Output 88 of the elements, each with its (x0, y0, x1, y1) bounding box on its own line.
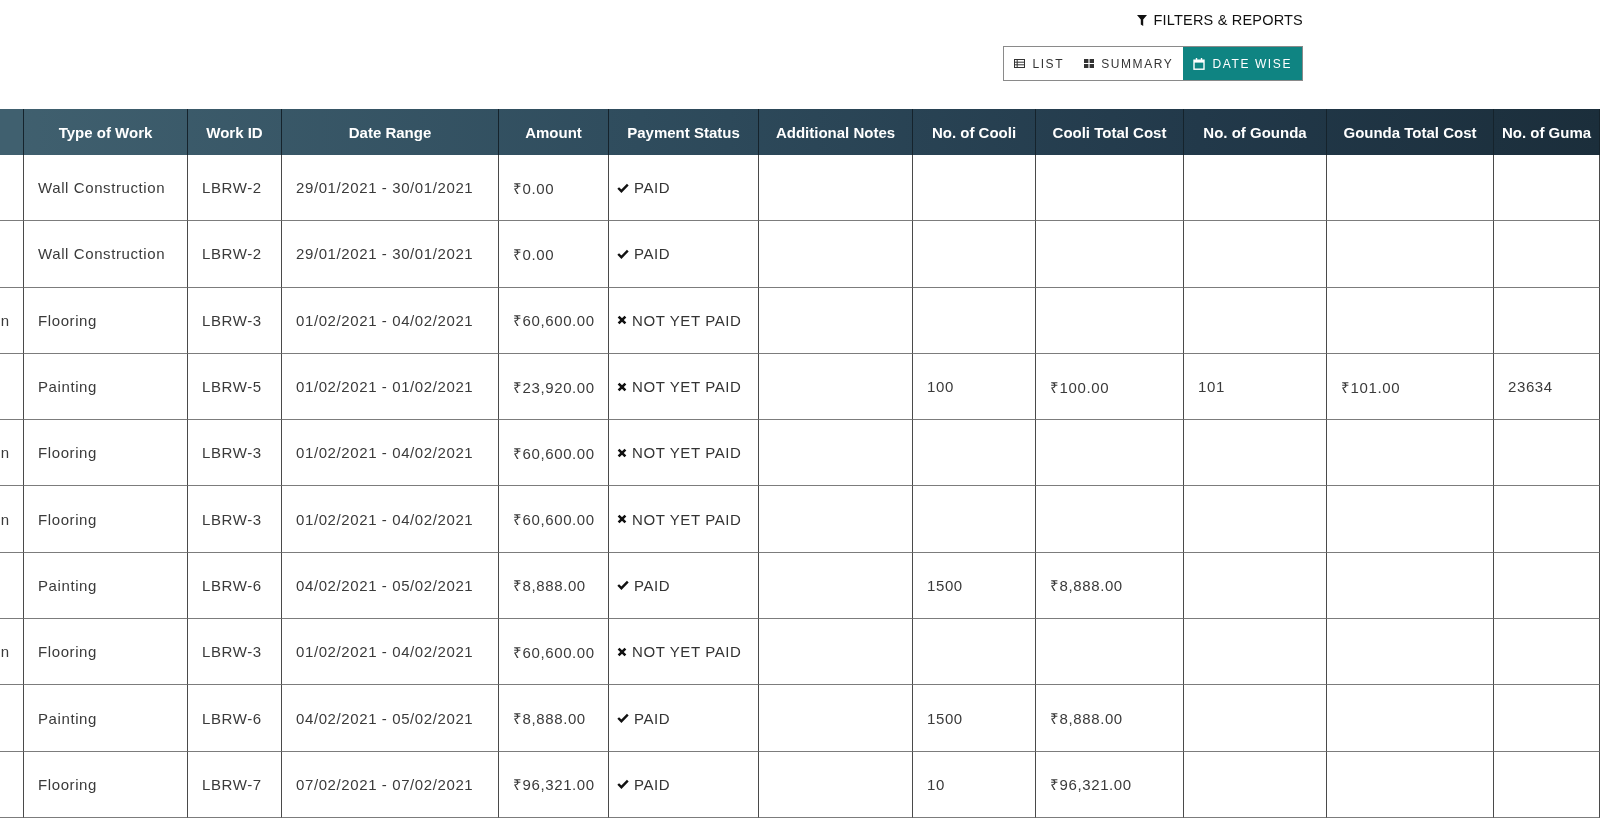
table-cell: LBRW-6 (188, 552, 282, 620)
column-header: No. of Cooli (913, 109, 1036, 155)
payment-status: PAID (634, 576, 671, 594)
table-cell: n (0, 486, 24, 553)
table-cell (0, 751, 24, 818)
table-cell: ₹0.00 (499, 221, 609, 288)
table-cell: n (0, 287, 24, 354)
table-cell (0, 552, 24, 620)
table-cell: ₹96,321.00 (1036, 751, 1184, 818)
table-cell: 04/02/2021 - 05/02/2021 (282, 685, 499, 752)
table-cell: LBRW-3 (188, 420, 282, 487)
table-cell: LBRW-2 (188, 221, 282, 288)
table-cell: Painting (24, 353, 188, 421)
column-header: Date Range (282, 109, 499, 155)
payment-status: NOT YET PAID (632, 510, 742, 528)
table-cell: Flooring (24, 287, 188, 354)
table-cell: 1500 (913, 685, 1036, 752)
table-cell: ₹60,600.00 (499, 619, 609, 686)
table-cell: 01/02/2021 - 04/02/2021 (282, 619, 499, 686)
table-cell: LBRW-3 (188, 287, 282, 354)
column-header: No. of Guma (1494, 109, 1600, 155)
table-cell: 29/01/2021 - 30/01/2021 (282, 221, 499, 288)
calendar-icon (1193, 57, 1206, 70)
column-header: Cooli Total Cost (1036, 109, 1184, 155)
table-cell: Flooring (24, 751, 188, 818)
table-cell: 29/01/2021 - 30/01/2021 (282, 155, 499, 222)
table-cell: ₹23,920.00 (499, 353, 609, 421)
filter-icon (1137, 14, 1148, 26)
table-cell: LBRW-2 (188, 155, 282, 222)
table-cell: Wall Construction (24, 221, 188, 288)
table-cell: LBRW-5 (188, 353, 282, 421)
table-cell: 01/02/2021 - 04/02/2021 (282, 420, 499, 487)
table-cell: 1500 (913, 552, 1036, 620)
table-cell: LBRW-3 (188, 486, 282, 553)
table-cell: ₹0.00 (499, 155, 609, 222)
view-tab[interactable]: DATE WISE (1183, 47, 1302, 80)
table-cell: ₹101.00 (1327, 353, 1494, 421)
payment-status: PAID (634, 179, 671, 197)
column-header: Gounda Total Cost (1327, 109, 1494, 155)
payment-status: NOT YET PAID (632, 643, 742, 661)
payment-status: PAID (634, 709, 671, 727)
list-icon (1014, 59, 1026, 68)
payment-status: PAID (634, 775, 671, 793)
table-cell: 23634 (1494, 353, 1600, 421)
payment-status: NOT YET PAID (632, 444, 742, 462)
table-cell: n (0, 619, 24, 686)
column-header: Additional Notes (759, 109, 913, 155)
table-cell: Flooring (24, 486, 188, 553)
table-cell: 100 (913, 353, 1036, 421)
table-cell: ₹100.00 (1036, 353, 1184, 421)
table-cell: Painting (24, 552, 188, 620)
table-cell: 10 (913, 751, 1036, 818)
payment-status: NOT YET PAID (632, 378, 742, 396)
table-cell: LBRW-6 (188, 685, 282, 752)
table-cell: LBRW-3 (188, 619, 282, 686)
column-header: Type of Work (24, 109, 188, 155)
filters-button[interactable]: FILTERS & REPORTS (1137, 11, 1303, 29)
payment-status: NOT YET PAID (632, 311, 742, 329)
table-cell (0, 353, 24, 421)
table-cell: 01/02/2021 - 01/02/2021 (282, 353, 499, 421)
table-cell: ₹60,600.00 (499, 287, 609, 354)
payment-status: PAID (634, 245, 671, 263)
table-cell (0, 685, 24, 752)
table-cell: ₹60,600.00 (499, 486, 609, 553)
table-cell: n (0, 420, 24, 487)
table-cell: Flooring (24, 619, 188, 686)
table-cell: 04/02/2021 - 05/02/2021 (282, 552, 499, 620)
table-cell: ₹8,888.00 (1036, 552, 1184, 620)
table-cell: ₹96,321.00 (499, 751, 609, 818)
table-cell: ₹8,888.00 (499, 552, 609, 620)
table-cell (0, 221, 24, 288)
table-cell: Painting (24, 685, 188, 752)
table-cell: ₹8,888.00 (1036, 685, 1184, 752)
table-cell: ₹60,600.00 (499, 420, 609, 487)
table-cell: Wall Construction (24, 155, 188, 222)
table-cell: 101 (1184, 353, 1327, 421)
grid-icon (1084, 59, 1095, 68)
table-cell: Flooring (24, 420, 188, 487)
table-cell: 01/02/2021 - 04/02/2021 (282, 287, 499, 354)
column-header: Payment Status (609, 109, 759, 155)
table-cell (0, 155, 24, 222)
column-header: No. of Gounda (1184, 109, 1327, 155)
table-cell: 07/02/2021 - 07/02/2021 (282, 751, 499, 818)
table-cell: ₹8,888.00 (499, 685, 609, 752)
table-cell: 01/02/2021 - 04/02/2021 (282, 486, 499, 553)
column-header: Work ID (188, 109, 282, 155)
table-cell: LBRW-7 (188, 751, 282, 818)
column-header: Amount (499, 109, 609, 155)
